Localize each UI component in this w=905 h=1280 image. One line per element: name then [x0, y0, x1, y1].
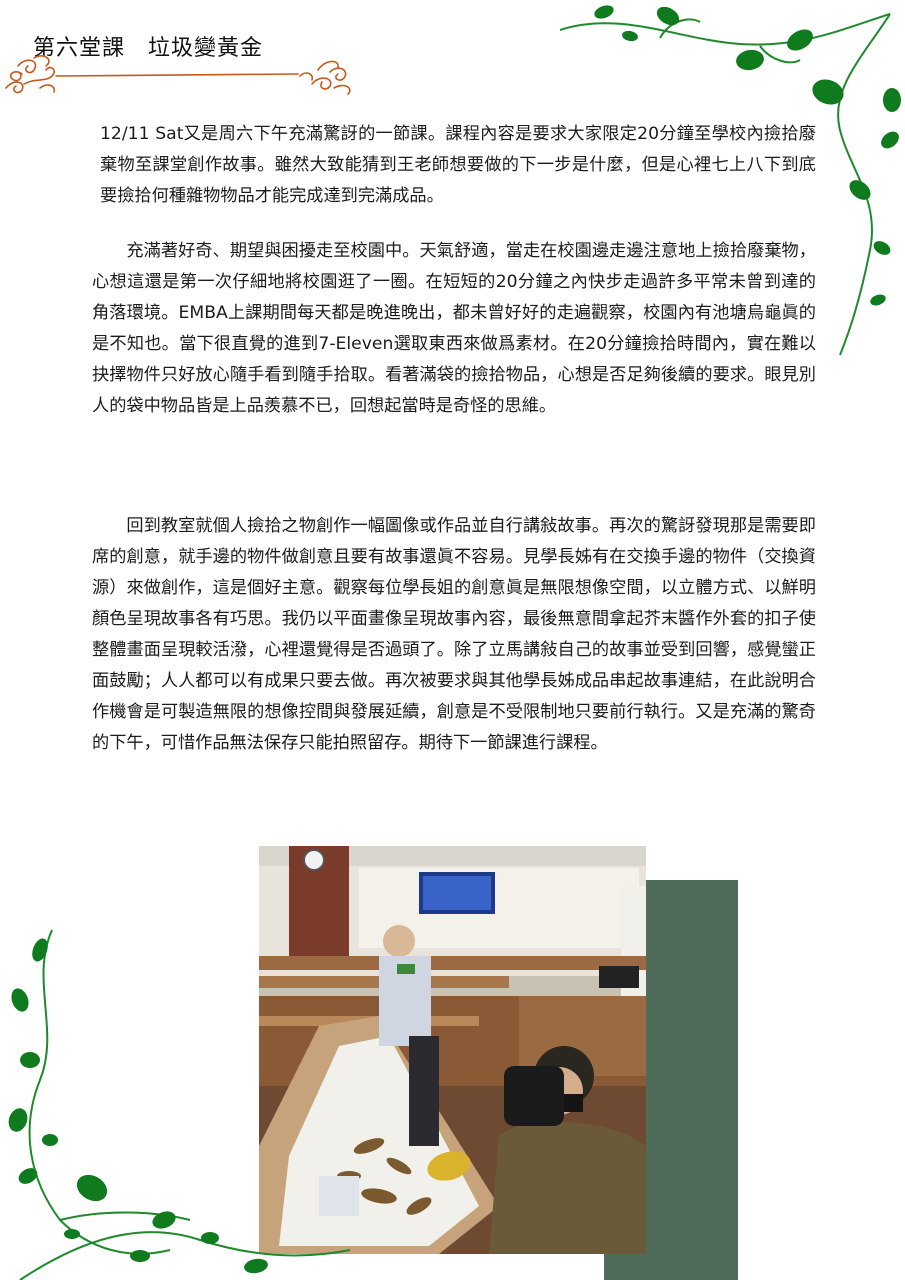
paragraph-1: 12/11 Sat又是周六下午充滿驚訝的一節課。課程內容是要求大家限定20分鐘至… [100, 124, 816, 206]
paragraph-3: 回到教室就個人撿拾之物創作一幅圖像或作品並自行講敍故事。再次的驚訝發現那是需要即… [92, 516, 816, 753]
paragraph-2: 充滿著好奇、期望與困擾走至校園中。天氣舒適，當走在校園邊走邊注意地上撿拾廢棄物，… [92, 241, 816, 416]
vine-decoration-bottom-left [8, 929, 351, 1280]
header-ornament [5, 55, 351, 95]
